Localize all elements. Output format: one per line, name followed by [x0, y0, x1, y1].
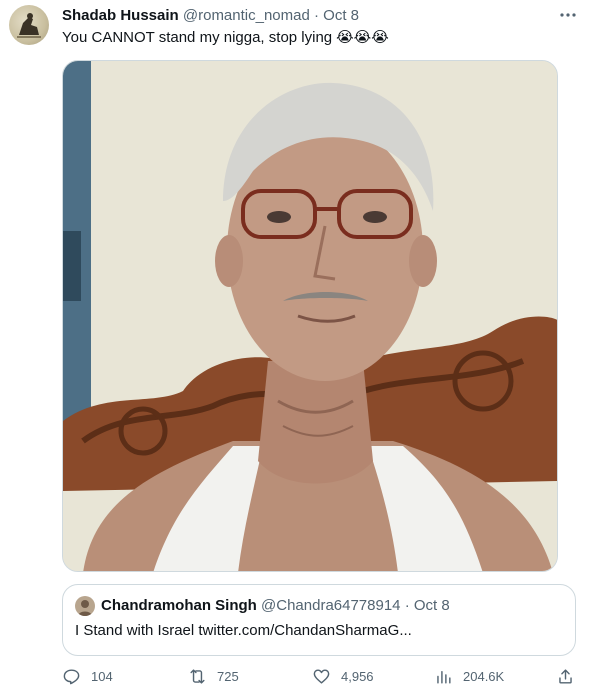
reply-count: 104 — [91, 668, 113, 684]
tweet-text-body: You CANNOT stand my nigga, stop lying — [62, 29, 333, 46]
like-button[interactable]: 4,956 — [312, 664, 374, 688]
separator-dot: · — [314, 7, 319, 24]
share-button[interactable] — [556, 664, 575, 688]
quoted-author-handle[interactable]: @Chandra64778914 — [261, 597, 401, 614]
quoted-author-name[interactable]: Chandramohan Singh — [101, 597, 257, 614]
retweet-button[interactable]: 725 — [188, 664, 239, 688]
avatar[interactable] — [9, 5, 49, 45]
tweet-header: Shadab Hussain @romantic_nomad · Oct 8 — [62, 6, 552, 26]
views-icon — [434, 667, 453, 686]
tweet-date[interactable]: Oct 8 — [323, 7, 359, 24]
quoted-avatar[interactable] — [75, 596, 95, 616]
views-count: 204.6K — [463, 668, 505, 684]
separator-dot: · — [404, 597, 410, 614]
action-bar: 104 725 4,956 204.6K — [62, 664, 582, 688]
views-button[interactable]: 204.6K — [434, 664, 504, 688]
heart-icon — [312, 667, 331, 686]
retweet-icon — [188, 667, 207, 686]
quoted-text: I Stand with Israel twitter.com/ChandanS… — [75, 622, 412, 639]
like-count: 4,956 — [341, 668, 374, 684]
author-name[interactable]: Shadab Hussain — [62, 7, 179, 24]
tweet[interactable]: Shadab Hussain @romantic_nomad · Oct 8 Y… — [0, 0, 597, 697]
quoted-header: Chandramohan Singh @Chandra64778914 · Oc… — [101, 596, 561, 616]
share-icon — [556, 667, 575, 686]
tweet-photo[interactable] — [62, 60, 558, 572]
reply-icon — [62, 667, 81, 686]
author-handle[interactable]: @romantic_nomad — [183, 7, 310, 24]
retweet-count: 725 — [217, 668, 239, 684]
crying-emoji: 😭😭😭 — [336, 29, 389, 46]
quoted-tweet[interactable]: Chandramohan Singh @Chandra64778914 · Oc… — [62, 584, 576, 656]
reply-button[interactable]: 104 — [62, 664, 113, 688]
more-dots-icon[interactable] — [556, 5, 580, 25]
tweet-text: You CANNOT stand my nigga, stop lying 😭😭😭 — [62, 28, 582, 48]
quoted-date[interactable]: Oct 8 — [414, 597, 450, 614]
